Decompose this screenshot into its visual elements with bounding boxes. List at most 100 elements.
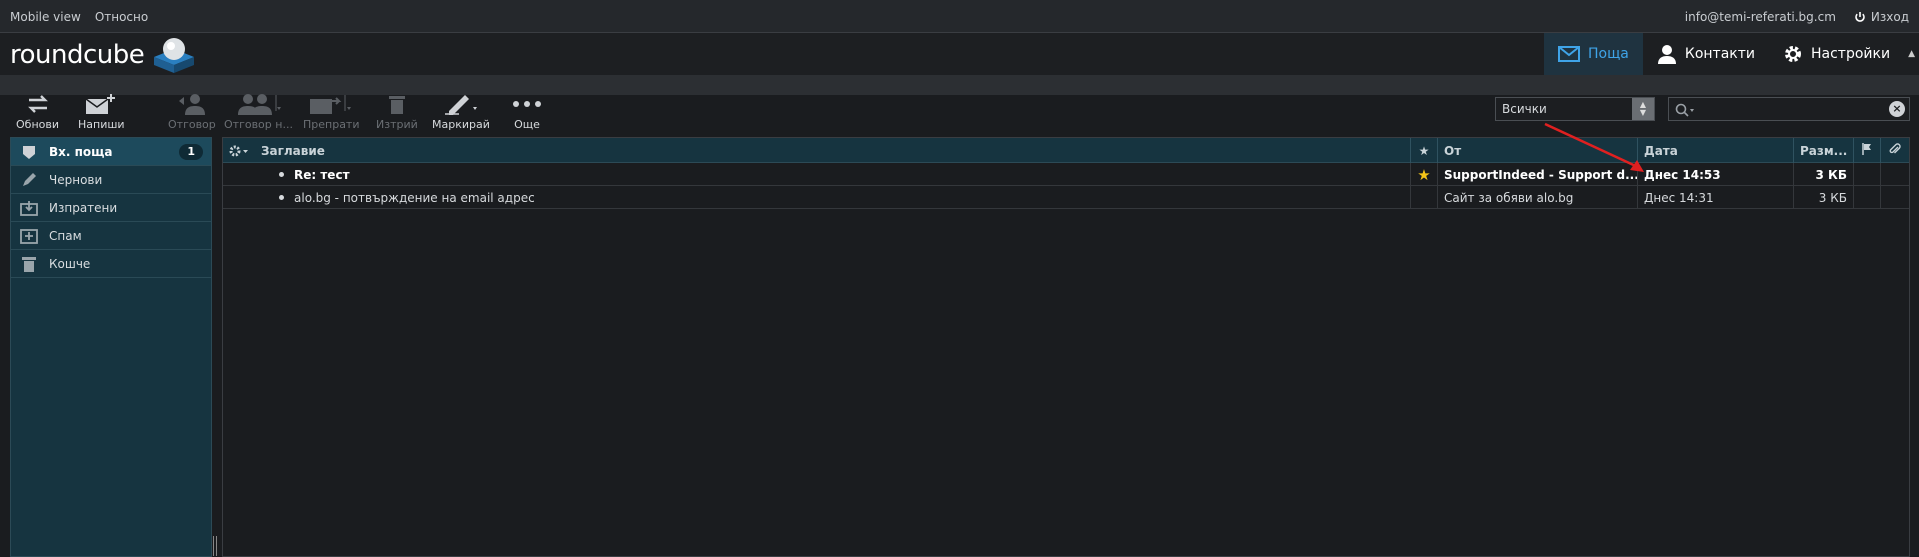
logout-button[interactable]: Изход — [1854, 10, 1909, 24]
more-label: Още — [514, 118, 540, 131]
message-list-header: Заглавие ★ От Дата Разм... — [223, 138, 1909, 163]
folder-label: Чернови — [49, 172, 103, 187]
folder-trash[interactable]: Кошче — [11, 250, 211, 278]
message-subject[interactable]: alo.bg - потвърждение на email адрес — [223, 186, 1411, 209]
trash-icon — [388, 96, 405, 114]
message-star[interactable] — [1411, 186, 1438, 209]
folder-label: Изпратени — [49, 200, 118, 215]
person-icon — [1657, 45, 1676, 64]
chevron-up-icon: ▲ — [1908, 49, 1915, 59]
message-list: Заглавие ★ От Дата Разм... Re: тест ★ Su… — [222, 137, 1910, 557]
roundcube-cube-icon — [154, 38, 195, 73]
about-link[interactable]: Относно — [95, 10, 148, 24]
logout-label: Изход — [1870, 10, 1909, 24]
column-attachment[interactable] — [1881, 138, 1909, 163]
folder-spam[interactable]: Спам — [11, 222, 211, 250]
mark-label: Маркирай — [432, 118, 490, 131]
top-bar: Mobile view Относно info@temi-referati.b… — [0, 0, 1919, 33]
nav-contacts[interactable]: Контакти — [1643, 33, 1769, 75]
column-date[interactable]: Дата — [1638, 138, 1794, 163]
list-options-gear-icon[interactable] — [229, 145, 251, 157]
delete-label: Изтрий — [376, 118, 418, 131]
column-size[interactable]: Разм... — [1794, 138, 1854, 163]
message-date: Днес 14:31 — [1638, 186, 1794, 209]
reply-label: Отговор — [168, 118, 216, 131]
folder-drafts[interactable]: Чернови — [11, 166, 211, 194]
message-size: 3 КБ — [1794, 163, 1854, 186]
nav-more-chevron[interactable]: ▲ — [1904, 33, 1919, 75]
column-flag[interactable] — [1854, 138, 1881, 163]
message-row[interactable]: Re: тест ★ SupportIndeed - Support d... … — [223, 163, 1909, 186]
marker-icon — [444, 95, 477, 115]
nav-settings[interactable]: Настройки — [1769, 33, 1904, 75]
folder-label: Вх. поща — [49, 144, 113, 159]
pane-resize-handle[interactable] — [213, 536, 217, 556]
logo[interactable]: roundcube — [10, 35, 196, 75]
star-header-icon: ★ — [1418, 143, 1430, 158]
message-subject-text: alo.bg - потвърждение на email адрес — [294, 190, 535, 205]
paperclip-header-icon — [1889, 143, 1901, 158]
search-input[interactable]: × — [1668, 97, 1910, 121]
refresh-button[interactable]: Обнови — [16, 90, 59, 131]
flag-header-icon — [1862, 143, 1872, 158]
sent-icon — [19, 200, 39, 216]
column-subject[interactable]: Заглавие — [223, 138, 1411, 163]
message-flag[interactable] — [1854, 163, 1881, 186]
message-from: SupportIndeed - Support d... — [1438, 163, 1638, 186]
unread-bullet-icon — [279, 172, 284, 177]
filter-select[interactable]: Всички ▲ ▼ — [1495, 97, 1655, 121]
column-date-label: Дата — [1644, 143, 1678, 158]
compose-label: Напиши — [78, 118, 125, 131]
delete-button[interactable]: Изтрий — [376, 90, 418, 131]
forward-button[interactable]: Препрати — [303, 90, 360, 131]
select-arrows-icon: ▲ ▼ — [1632, 98, 1654, 120]
reply-all-button[interactable]: Отговор н... — [224, 90, 293, 131]
reply-all-icon — [238, 94, 282, 115]
compose-icon — [85, 94, 116, 114]
column-subject-label: Заглавие — [261, 143, 325, 158]
unread-count-badge: 1 — [179, 144, 203, 160]
folder-list: Вх. поща 1 Чернови Изпратени Спам Кошче — [10, 137, 217, 557]
envelope-icon — [1558, 46, 1581, 62]
star-icon: ★ — [1417, 165, 1431, 184]
search-clear-icon[interactable]: × — [1889, 101, 1905, 117]
search-icon[interactable] — [1675, 102, 1695, 121]
message-star[interactable]: ★ — [1411, 163, 1438, 186]
nav-mail-label: Поща — [1588, 46, 1629, 62]
filter-selected-value: Всички — [1502, 102, 1547, 116]
mark-button[interactable]: Маркирай — [432, 90, 490, 131]
power-icon — [1855, 12, 1865, 22]
compose-button[interactable]: Напиши — [78, 90, 125, 131]
nav-mail[interactable]: Поща — [1544, 33, 1643, 75]
message-subject[interactable]: Re: тест — [223, 163, 1411, 186]
pencil-icon — [19, 172, 39, 188]
column-from[interactable]: От — [1438, 138, 1638, 163]
nav-settings-label: Настройки — [1811, 46, 1891, 62]
mobile-view-link[interactable]: Mobile view — [10, 10, 81, 24]
read-bullet-icon — [279, 195, 284, 200]
folder-sent[interactable]: Изпратени — [11, 194, 211, 222]
more-button[interactable]: Още — [512, 90, 542, 131]
message-row[interactable]: alo.bg - потвърждение на email адрес Сай… — [223, 186, 1909, 209]
spam-icon — [19, 228, 39, 244]
column-size-label: Разм... — [1800, 143, 1848, 158]
inbox-icon — [19, 144, 39, 160]
logo-text: roundcube — [10, 40, 145, 70]
reply-all-label: Отговор н... — [224, 118, 293, 131]
app-header: roundcube Поща Контакти Настройки ▲ — [0, 33, 1919, 75]
folder-inbox[interactable]: Вх. поща 1 — [11, 138, 211, 166]
refresh-icon — [27, 95, 48, 113]
reply-icon — [178, 94, 205, 115]
forward-label: Препрати — [303, 118, 360, 131]
refresh-label: Обнови — [16, 118, 59, 131]
message-flag[interactable] — [1854, 186, 1881, 209]
more-dots-icon — [513, 101, 541, 107]
column-from-label: От — [1444, 143, 1462, 158]
nav-contacts-label: Контакти — [1684, 46, 1755, 62]
message-date: Днес 14:53 — [1638, 163, 1794, 186]
main-nav: Поща Контакти Настройки ▲ — [1544, 33, 1919, 75]
trash-icon — [19, 256, 39, 272]
column-star[interactable]: ★ — [1411, 138, 1438, 163]
message-from: Сайт за обяви alo.bg — [1438, 186, 1638, 209]
reply-button[interactable]: Отговор — [168, 90, 216, 131]
